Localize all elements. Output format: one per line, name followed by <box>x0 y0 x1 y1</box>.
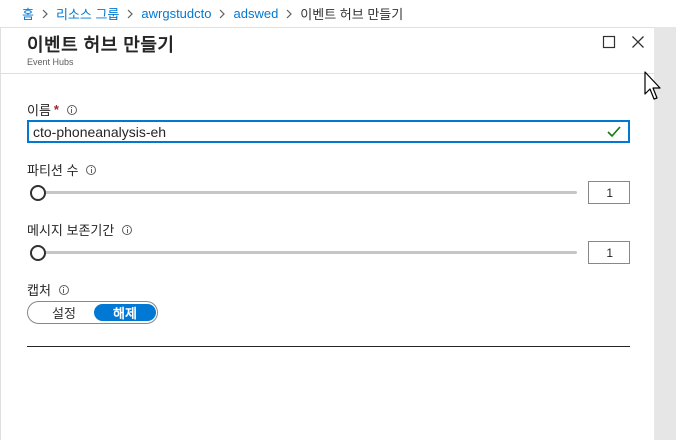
blade-header: 이벤트 허브 만들기 Event Hubs <box>1 28 655 74</box>
create-event-hub-blade: 이벤트 허브 만들기 Event Hubs 이름 * cto-phoneanal… <box>0 27 655 440</box>
capture-on-option[interactable]: 설정 <box>34 304 94 321</box>
name-input[interactable]: cto-phoneanalysis-eh <box>27 120 630 143</box>
partition-slider[interactable] <box>27 183 577 201</box>
info-icon[interactable] <box>66 104 77 115</box>
info-icon[interactable] <box>86 164 97 175</box>
retention-slider[interactable] <box>27 243 577 261</box>
chevron-right-icon <box>42 9 48 19</box>
blade-subtitle: Event Hubs <box>27 57 74 67</box>
required-mark: * <box>53 102 59 117</box>
retention-label: 메시지 보존기간 <box>27 220 133 239</box>
chevron-right-icon <box>127 9 134 19</box>
capture-label: 캡처 <box>27 280 69 299</box>
partition-label-text: 파티션 수 <box>27 163 79 178</box>
slider-track[interactable] <box>33 191 577 194</box>
slider-thumb[interactable] <box>30 185 46 201</box>
close-icon[interactable] <box>631 35 647 51</box>
slider-track[interactable] <box>33 251 577 254</box>
mouse-pointer-icon <box>644 71 664 106</box>
breadcrumb: 홈 리소스 그룹 awrgstudcto adswed 이벤트 허브 만들기 <box>0 0 676 27</box>
capture-toggle[interactable]: 설정 해제 <box>27 301 158 324</box>
breadcrumb-namespace[interactable]: adswed <box>233 6 278 21</box>
name-label: 이름 * <box>27 100 77 119</box>
chevron-right-icon <box>219 9 226 19</box>
name-label-text: 이름 <box>27 103 51 118</box>
breadcrumb-resource-group[interactable]: awrgstudcto <box>141 6 211 21</box>
slider-thumb[interactable] <box>30 245 46 261</box>
info-icon[interactable] <box>122 224 133 235</box>
chevron-right-icon <box>286 9 293 19</box>
capture-label-text: 캡처 <box>27 283 51 298</box>
divider <box>27 346 630 347</box>
retention-days-input[interactable]: 1 <box>588 241 630 264</box>
partition-count-input[interactable]: 1 <box>588 181 630 204</box>
breadcrumb-resource-groups[interactable]: 리소스 그룹 <box>56 4 119 23</box>
blade-title: 이벤트 허브 만들기 <box>27 35 175 55</box>
breadcrumb-home[interactable]: 홈 <box>22 4 34 23</box>
checkmark-icon <box>606 125 622 139</box>
info-icon[interactable] <box>58 284 69 295</box>
maximize-icon[interactable] <box>602 35 618 51</box>
partition-label: 파티션 수 <box>27 160 97 179</box>
capture-off-option[interactable]: 해제 <box>94 304 156 321</box>
retention-label-text: 메시지 보존기간 <box>27 223 115 238</box>
breadcrumb-current: 이벤트 허브 만들기 <box>300 7 404 22</box>
name-input-value[interactable]: cto-phoneanalysis-eh <box>33 124 606 140</box>
